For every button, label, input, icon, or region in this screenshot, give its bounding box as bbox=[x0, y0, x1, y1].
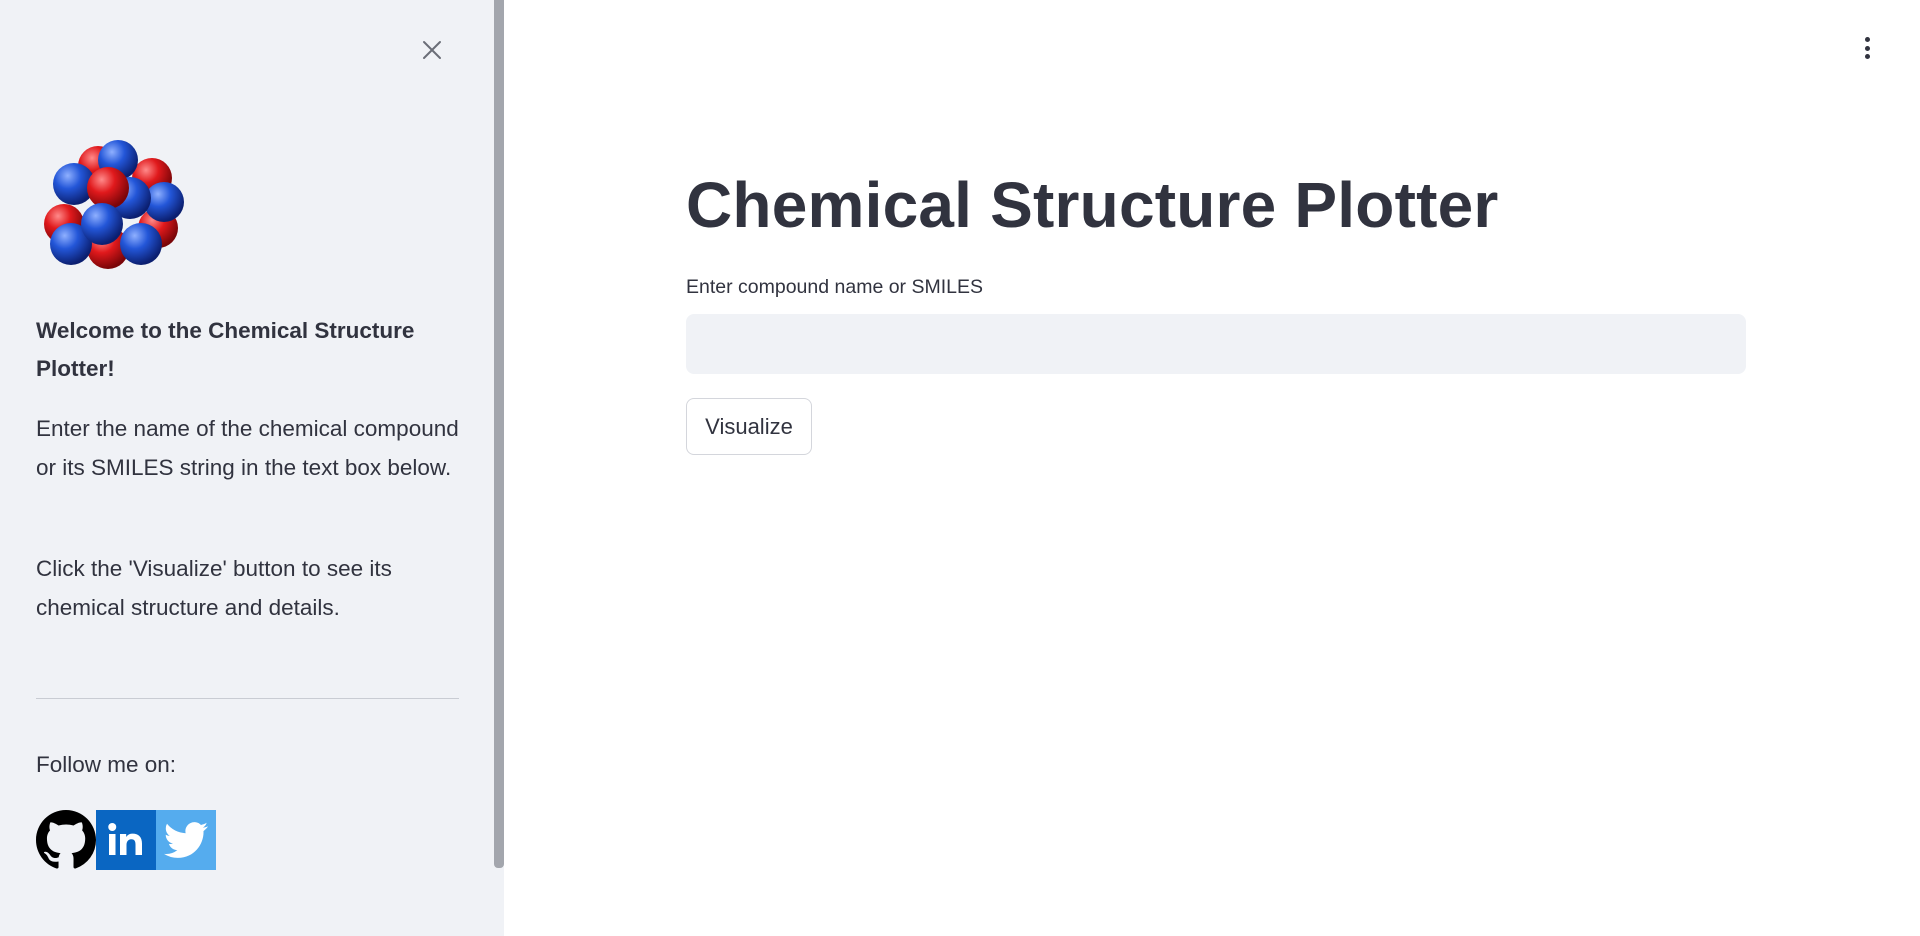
welcome-heading: Welcome to the Chemical Structure Plotte… bbox=[36, 318, 415, 381]
close-sidebar-button[interactable] bbox=[416, 34, 448, 66]
atom-nucleus-logo bbox=[44, 140, 184, 269]
menu-dot-icon bbox=[1864, 54, 1870, 59]
visualize-hint-text: Click the 'Visualize' button to see its … bbox=[36, 556, 392, 620]
visualize-button[interactable]: Visualize bbox=[686, 398, 812, 455]
github-link[interactable] bbox=[36, 810, 96, 870]
instructions-text: Enter the name of the chemical compound … bbox=[36, 416, 459, 480]
linkedin-link[interactable] bbox=[96, 810, 156, 870]
main-menu-button[interactable] bbox=[1852, 30, 1882, 66]
compound-input-label: Enter compound name or SMILES bbox=[686, 276, 983, 298]
close-icon bbox=[423, 41, 441, 59]
social-links bbox=[36, 810, 216, 870]
compound-input[interactable] bbox=[686, 314, 1746, 374]
twitter-link[interactable] bbox=[156, 810, 216, 870]
twitter-icon bbox=[164, 822, 208, 858]
menu-dot-icon bbox=[1864, 45, 1870, 51]
linkedin-icon bbox=[108, 823, 142, 855]
sidebar: Welcome to the Chemical Structure Plotte… bbox=[0, 0, 504, 936]
follow-label: Follow me on: bbox=[36, 752, 177, 777]
menu-dot-icon bbox=[1864, 37, 1870, 42]
github-icon bbox=[36, 810, 96, 869]
sidebar-scrollbar[interactable] bbox=[494, 0, 504, 868]
divider bbox=[36, 698, 459, 699]
page-title: Chemical Structure Plotter bbox=[686, 169, 1499, 241]
